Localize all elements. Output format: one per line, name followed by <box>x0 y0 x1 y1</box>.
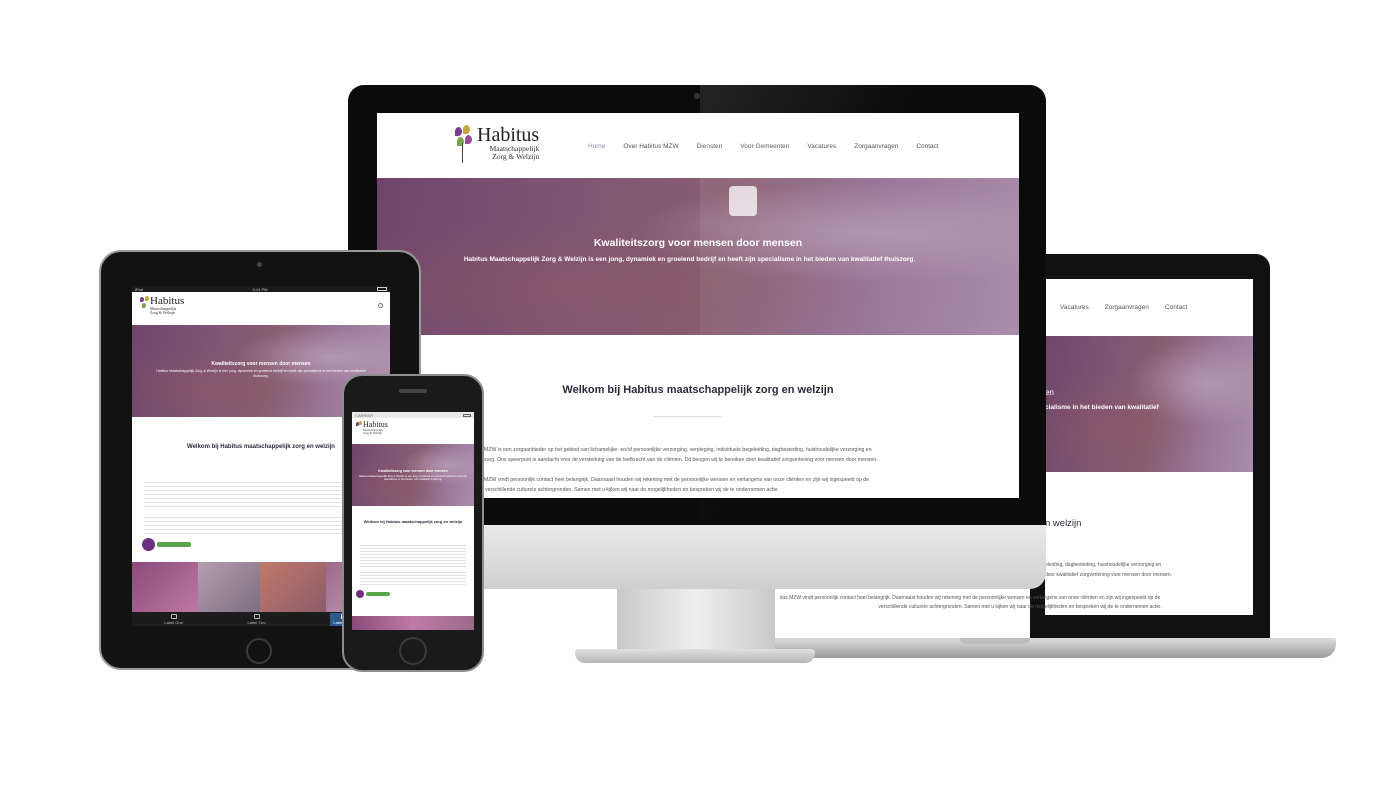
imac-stand <box>617 589 775 651</box>
iphone-location-row <box>356 590 390 598</box>
hero-title: Kwaliteitszorg voor mensen door mensen <box>593 237 803 249</box>
imac-foot <box>575 649 815 663</box>
ipad-green-button[interactable] <box>157 542 191 547</box>
iphone-logo-line2: Zorg & Welzijn <box>363 431 382 435</box>
laptop-nav-vacatures[interactable]: Vacatures <box>1060 304 1089 311</box>
logo-name: Habitus <box>477 124 540 146</box>
hero-subtitle: Habitus Maatschappelijk Zorg & Welzijn i… <box>463 256 916 263</box>
iphone-status-carrier: CARRIER <box>355 412 374 418</box>
nav-home[interactable]: Home <box>588 143 605 150</box>
tab-label-two[interactable]: Label Two <box>247 613 266 625</box>
laptop-p2: itus MZW vindt persoonlijk contact heel … <box>780 594 1260 612</box>
welcome-divider <box>654 416 722 417</box>
laptop-p2-l1: itus MZW vindt persoonlijk contact heel … <box>780 595 1161 601</box>
ipad-hero-title: Kwaliteitszorg voor mensen door mensen <box>211 361 311 367</box>
logo-flower-icon <box>356 421 363 437</box>
iphone-text-block-2 <box>360 570 466 586</box>
laptop-hero: en cialisme in het bieden van kwalitatie… <box>1045 336 1253 472</box>
logo-flower-icon <box>453 125 475 165</box>
nav-vacatures[interactable]: Vacatures <box>807 143 836 150</box>
laptop-screen: Vacatures Zorgaanvragen Contact en ciali… <box>1045 279 1253 615</box>
site-header: Habitus Maatschappelijk Zorg & Welzijn H… <box>377 113 1019 178</box>
welcome-p1-l1: MZW is een zorgaanbieder op het gebied v… <box>484 447 872 453</box>
ipad-logo[interactable]: Habitus Maatschappelijk Zorg & Welzijn <box>140 296 184 318</box>
location-pin-icon <box>142 538 155 551</box>
tab-label-one-text: Label One <box>164 619 183 625</box>
iphone-logo[interactable]: Habitus Maatschappelijk Zorg & Welzijn <box>356 421 388 437</box>
nav-diensten[interactable]: Diensten <box>697 143 723 150</box>
laptop-nav-contact[interactable]: Contact <box>1165 304 1187 311</box>
nav-zorgaanvragen[interactable]: Zorgaanvragen <box>854 143 898 150</box>
hero-glass-shape <box>729 186 757 216</box>
main-nav: Home Over Habitus MZW Diensten Voor Geme… <box>588 143 939 150</box>
iphone-header: Habitus Maatschappelijk Zorg & Welzijn <box>352 418 474 444</box>
laptop-p1-l2: door kwalitatief zorgverlening voor mens… <box>1045 572 1173 578</box>
laptop-notch <box>960 638 1030 644</box>
laptop-hero-fragment-a: en <box>1045 388 1054 397</box>
ipad-hero-sub: Habitus Maatschappelijk Zorg & Welzijn i… <box>156 369 366 378</box>
iphone-hero-sub: Habitus Maatschappelijk Zorg & Welzijn i… <box>358 475 468 482</box>
ipad-logo-line2: Zorg & Welzijn <box>150 310 176 315</box>
battery-icon <box>463 413 471 417</box>
iphone-home-button[interactable] <box>399 637 427 665</box>
site-logo[interactable]: Habitus Maatschappelijk Zorg & Welzijn <box>453 125 539 165</box>
laptop-nav-zorgaanvragen[interactable]: Zorgaanvragen <box>1105 304 1149 311</box>
iphone-text-block-1 <box>360 543 466 567</box>
ipad-status-time: 3:14 PM <box>252 286 268 292</box>
laptop-nav: Vacatures Zorgaanvragen Contact <box>1060 304 1187 311</box>
tab-phone-icon <box>253 613 260 619</box>
iphone-hero: Kwaliteitszorg voor mensen door mensen H… <box>352 444 474 506</box>
logo-line2: Zorg & Welzijn <box>492 151 540 161</box>
nav-contact[interactable]: Contact <box>916 143 938 150</box>
welcome-p2-l2: verschillende culturele achtergronden. S… <box>485 487 779 493</box>
iphone-photo-strip <box>352 616 474 630</box>
location-pin-icon <box>356 590 364 598</box>
nav-over[interactable]: Over Habitus MZW <box>623 143 678 150</box>
welcome-p2-l1: MZW vindt persoonlijk contact heel belan… <box>484 477 869 483</box>
iphone-screen: CARRIER Habitus Maatschappelijk Zorg & W… <box>352 412 474 630</box>
menu-icon[interactable] <box>378 303 383 308</box>
ipad-camera <box>257 262 262 267</box>
iphone-content: Welkom bij Habitus maatschappelijk zorg … <box>352 506 474 616</box>
ipad-status-carrier: iPad <box>135 286 144 292</box>
tab-label-two-text: Label Two <box>247 619 266 625</box>
logo-flower-icon <box>140 296 150 318</box>
welcome-p1-l2: zorg. Ons speerpunt is aandacht voor de … <box>484 457 878 463</box>
laptop-p1-l1: eleiding, dagbesteding, huishoudelijke v… <box>1045 562 1162 568</box>
welcome-paragraph-2: MZW vindt persoonlijk contact heel belan… <box>484 475 869 495</box>
nav-gemeenten[interactable]: Voor Gemeenten <box>740 143 789 150</box>
tab-label-one[interactable]: Label One <box>164 613 183 625</box>
welcome-paragraph-1: MZW is een zorgaanbieder op het gebied v… <box>484 445 878 465</box>
iphone-speaker <box>399 389 427 393</box>
iphone-green-button[interactable] <box>366 592 390 596</box>
laptop-header: Vacatures Zorgaanvragen Contact <box>1045 279 1253 336</box>
iphone-welcome-title: Welkom bij Habitus maatschappelijk zorg … <box>363 519 463 524</box>
laptop-base <box>770 638 1336 658</box>
ipad-home-button[interactable] <box>246 638 272 664</box>
hero-banner: Kwaliteitszorg voor mensen door mensen H… <box>377 178 1019 335</box>
iphone-hero-title: Kwaliteitszorg voor mensen door mensen <box>378 469 448 473</box>
laptop-hero-fragment-b: cialisme in het bieden van kwalitatief <box>1045 404 1159 411</box>
battery-icon <box>376 287 387 291</box>
imac-camera <box>694 93 700 99</box>
ipad-location-row <box>142 538 191 551</box>
laptop-welcome-fragment: n welzijn <box>1045 518 1082 529</box>
ipad-header: Habitus Maatschappelijk Zorg & Welzijn <box>132 292 390 325</box>
laptop-p2-l2: verschillende culturele achtergronden. S… <box>878 604 1162 610</box>
tab-controller-icon <box>170 613 177 619</box>
